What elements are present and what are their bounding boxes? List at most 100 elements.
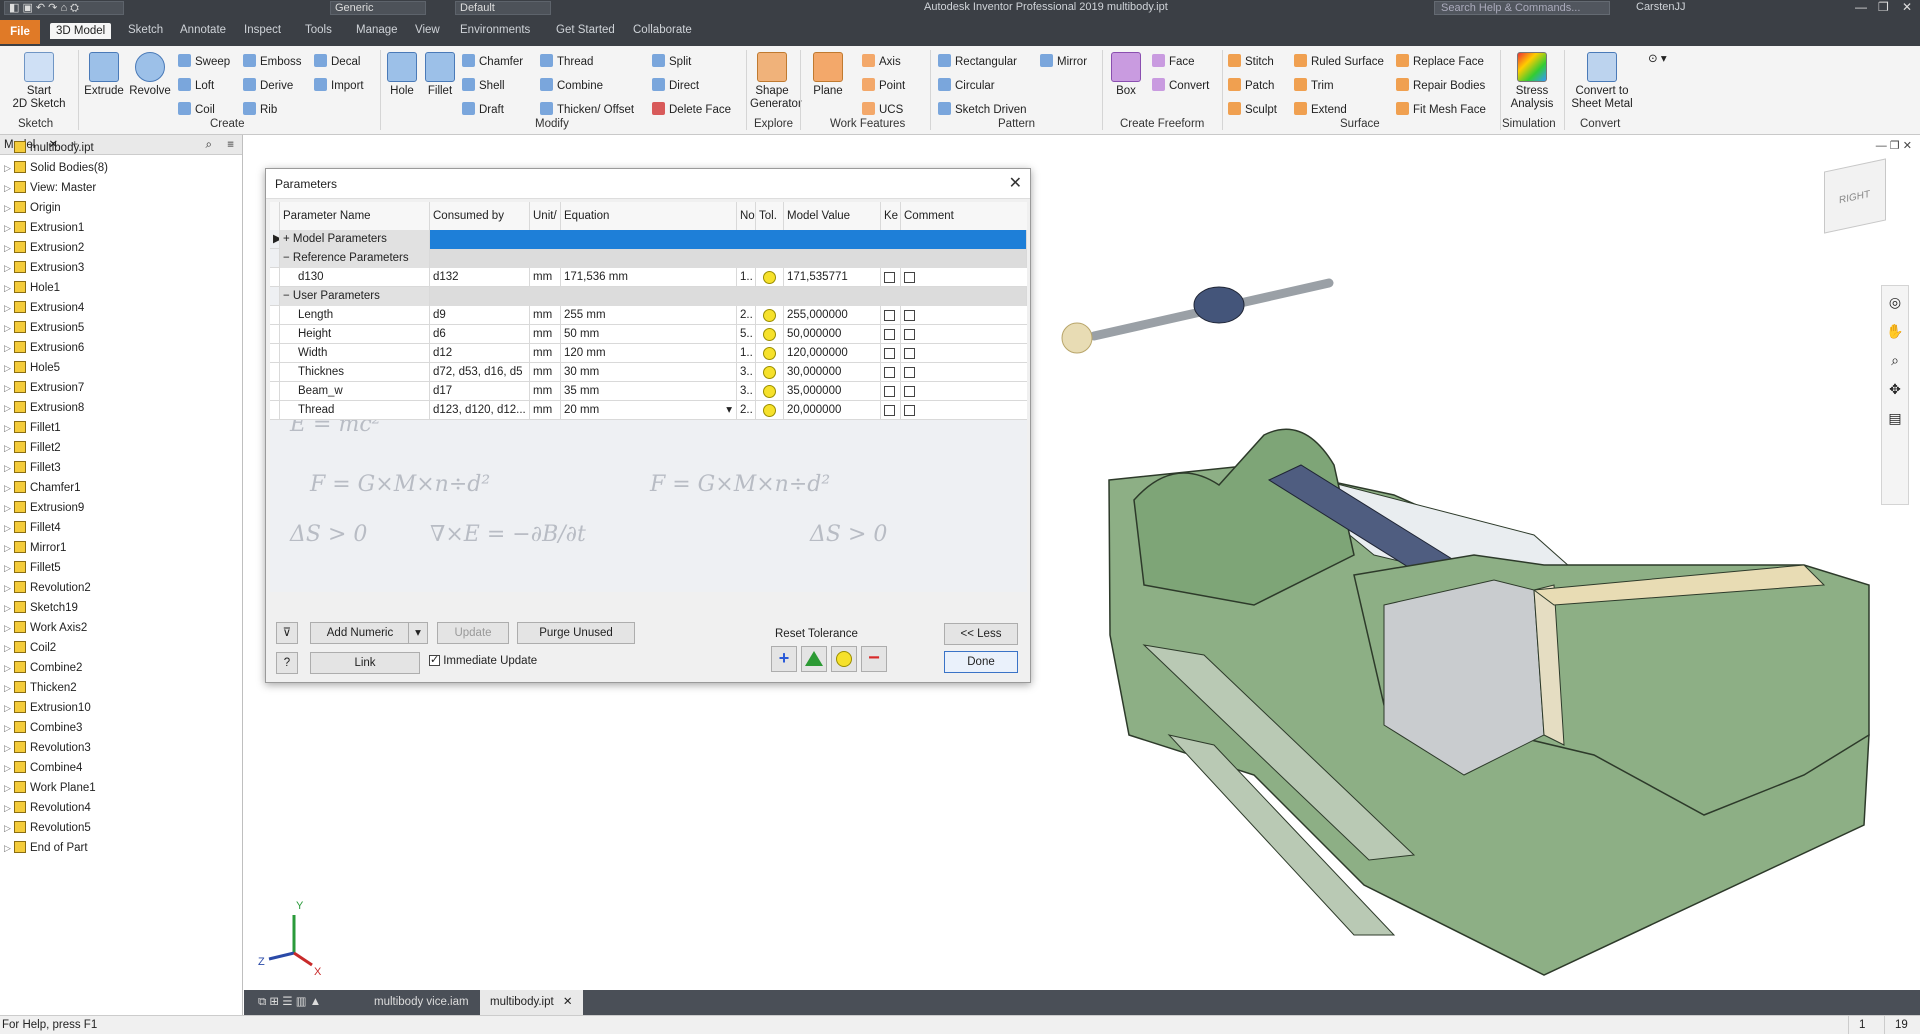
delete-face-button[interactable]: Delete Face [652,102,731,117]
column-header[interactable]: Equation [561,202,737,230]
expand-icon[interactable]: ▷ [4,659,14,677]
vice-model[interactable] [1061,278,1870,976]
appearance-dropdown[interactable]: Default [455,1,551,15]
browser-item[interactable]: ▷ Extrusion4 [0,299,84,317]
tab-view[interactable]: View [415,24,440,36]
collapse-icon[interactable]: − [283,290,293,302]
help-icon[interactable]: ? [276,652,298,674]
key-cell[interactable] [881,363,901,382]
browser-item[interactable]: ▷ Origin [0,199,61,217]
tolerance-median-icon[interactable] [763,347,776,360]
menu-icon[interactable]: ≡ [227,135,234,155]
browser-item[interactable]: ▷ Revolution3 [0,739,91,757]
stitch-button[interactable]: Stitch [1228,54,1274,69]
tab-manage[interactable]: Manage [356,24,398,36]
parameter-row[interactable]: Thread d123, d120, d12... mm 20 mm ▾ 2.. 20,00… [270,401,1027,420]
decal-button[interactable]: Decal [314,54,360,69]
ribbon-options-button[interactable]: ⊙ ▾ [1648,52,1667,66]
column-header[interactable]: Consumed by [430,202,530,230]
comment-cell[interactable] [901,268,1027,287]
expand-icon[interactable]: ▷ [4,579,14,597]
rib-button[interactable]: Rib [243,102,277,117]
expand-icon[interactable]: ▷ [4,419,14,437]
tab-collaborate[interactable]: Collaborate [633,24,692,36]
thicken-offset-button[interactable]: Thicken/ Offset [540,102,634,117]
loft-button[interactable]: Loft [178,78,214,93]
browser-item[interactable]: ▷ Revolution5 [0,819,91,837]
browser-item[interactable]: ▷ Extrusion2 [0,239,84,257]
tolerance-cell[interactable] [756,344,784,363]
export-checkbox[interactable] [904,386,915,397]
export-checkbox[interactable] [904,329,915,340]
browser-item[interactable]: ▷ End of Part [0,839,88,857]
expand-icon[interactable]: ▷ [4,839,14,857]
browser-item[interactable]: ▷ Extrusion6 [0,339,84,357]
axis-button[interactable]: Axis [862,54,901,69]
freeform-convert-button[interactable]: Convert [1152,78,1209,93]
equation-field[interactable]: 50 mm [561,325,737,344]
tolerance-cell[interactable] [756,306,784,325]
shell-button[interactable]: Shell [462,78,505,93]
filter-icon[interactable]: ⊽ [276,622,298,644]
column-header[interactable]: Ke [881,202,901,230]
key-cell[interactable] [881,344,901,363]
comment-cell[interactable] [901,344,1027,363]
export-checkbox[interactable] [904,272,915,283]
close-icon[interactable]: ✕ [1009,169,1022,199]
tolerance-median-icon[interactable] [763,366,776,379]
freeform-face-button[interactable]: Face [1152,54,1195,69]
expand-icon[interactable]: ▷ [4,259,14,277]
expand-icon[interactable]: ▷ [4,639,14,657]
search-input[interactable]: Search Help & Commands... [1434,1,1610,15]
column-header[interactable] [270,202,280,230]
fit-mesh-face-button[interactable]: Fit Mesh Face [1396,102,1486,117]
chamfer-button[interactable]: Chamfer [462,54,523,69]
sculpt-button[interactable]: Sculpt [1228,102,1277,117]
column-header[interactable]: Model Value [784,202,881,230]
collapse-icon[interactable]: − [283,252,293,264]
fillet-button[interactable]: Fillet [422,52,458,98]
equation-field[interactable]: 255 mm [561,306,737,325]
key-cell[interactable] [881,382,901,401]
group-row-user[interactable]: − User Parameters [270,287,1027,306]
browser-item[interactable]: ▷ Combine3 [0,719,82,737]
parameter-row[interactable]: Beam_w d17 mm 35 mm 3.. 35,000000 [270,382,1027,401]
orbit-icon[interactable]: ✥ [1882,381,1908,398]
material-dropdown[interactable]: Generic [330,1,426,15]
thread-button[interactable]: Thread [540,54,593,69]
expand-icon[interactable]: ▷ [4,319,14,337]
quick-access-toolbar[interactable]: ◧ ▣ ↶ ↷ ⌂ ⛭ [4,1,124,15]
tolerance-median-icon[interactable] [763,309,776,322]
less-button[interactable]: << Less [944,623,1018,645]
direct-button[interactable]: Direct [652,78,699,93]
browser-item[interactable]: ▷ Fillet5 [0,559,61,577]
steering-wheel-icon[interactable]: ◎ [1882,294,1908,311]
browser-item[interactable]: ▷ Thicken2 [0,679,77,697]
parameter-row[interactable]: Thicknes d72, d53, d16, d5 mm 30 mm 3.. 30,00… [270,363,1027,382]
expand-icon[interactable]: ▷ [4,379,14,397]
expand-icon[interactable]: ▷ [4,519,14,537]
browser-item[interactable]: ▷ Extrusion3 [0,259,84,277]
key-checkbox[interactable] [884,272,895,283]
equation-field[interactable]: 20 mm ▾ [561,401,737,420]
comment-cell[interactable] [901,382,1027,401]
browser-item[interactable]: ▷ Extrusion9 [0,499,84,517]
revolve-button[interactable]: Revolve [128,52,172,98]
doc-tab-vice[interactable]: multibody vice.iam [364,990,479,1015]
file-button[interactable]: File [0,20,40,44]
expand-icon[interactable]: ▷ [4,239,14,257]
purge-unused-button[interactable]: Purge Unused [517,622,635,644]
tolerance-median-icon[interactable] [763,328,776,341]
expand-icon[interactable]: ▷ [4,439,14,457]
browser-item[interactable]: ▷ Mirror1 [0,539,66,557]
shape-generator-button[interactable]: Shape Generator [750,52,802,111]
column-header[interactable]: Unit/ [530,202,561,230]
trim-button[interactable]: Trim [1294,78,1334,93]
parameter-row[interactable]: Length d9 mm 255 mm 2.. 255,000000 [270,306,1027,325]
tolerance-cell[interactable] [756,268,784,287]
browser-item[interactable]: ▷ View: Master [0,179,96,197]
expand-icon[interactable]: ▷ [4,399,14,417]
tolerance-median-icon[interactable] [763,385,776,398]
key-cell[interactable] [881,306,901,325]
point-button[interactable]: Point [862,78,905,93]
